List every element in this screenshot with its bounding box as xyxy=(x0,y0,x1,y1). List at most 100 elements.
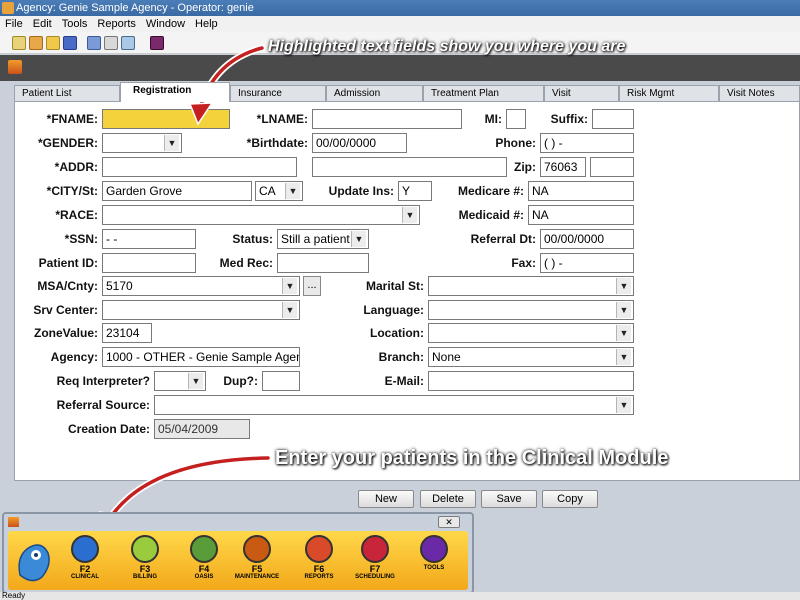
city-label: *CITY/St: xyxy=(46,184,98,198)
save-button[interactable]: Save xyxy=(481,490,537,508)
module-launcher-title-bar: ✕ xyxy=(4,514,472,530)
module-key: F5 xyxy=(251,564,263,574)
state-select[interactable]: CA xyxy=(255,181,303,201)
tab-admission[interactable]: Admission xyxy=(326,85,423,101)
fax-field[interactable]: ( ) - xyxy=(540,253,634,273)
preview-icon[interactable] xyxy=(121,36,135,50)
menu-window[interactable]: Window xyxy=(141,16,190,32)
reports-icon xyxy=(305,535,333,563)
tab-visit[interactable]: Visit xyxy=(544,85,619,101)
module-oasis[interactable]: F4 OASIS xyxy=(179,533,229,588)
phone-field[interactable]: ( ) - xyxy=(540,133,634,153)
branch-label: Branch: xyxy=(378,350,424,364)
dup-field[interactable] xyxy=(262,371,300,391)
module-reports[interactable]: F6 REPORTS xyxy=(294,533,344,588)
module-scheduling[interactable]: F7 SCHEDULING xyxy=(350,533,400,588)
copy-button[interactable]: Copy xyxy=(542,490,598,508)
srv-center-select[interactable] xyxy=(102,300,300,320)
email-field[interactable] xyxy=(428,371,634,391)
menu-file[interactable]: File xyxy=(0,16,28,32)
tools-icon xyxy=(420,535,448,563)
module-billing[interactable]: F3 BILLING xyxy=(120,533,170,588)
birthdate-field[interactable]: 00/00/0000 xyxy=(312,133,407,153)
new-button[interactable]: New xyxy=(358,490,414,508)
app-icon xyxy=(2,2,14,14)
msa-lookup-button[interactable]: ... xyxy=(303,276,321,296)
gender-label: *GENDER: xyxy=(37,136,98,150)
open-folder-icon[interactable] xyxy=(46,36,60,50)
medicare-field[interactable]: NA xyxy=(528,181,634,201)
delete-button[interactable]: Delete xyxy=(420,490,476,508)
billing-icon xyxy=(131,535,159,563)
tab-insurance[interactable]: Insurance xyxy=(230,85,326,101)
req-interpreter-select[interactable] xyxy=(154,371,206,391)
status-select[interactable]: Still a patient xyxy=(277,229,369,249)
update-ins-field[interactable]: Y xyxy=(398,181,432,201)
new-document-icon[interactable] xyxy=(12,36,26,50)
module-name: MAINTENANCE xyxy=(234,574,280,580)
med-rec-field[interactable] xyxy=(277,253,369,273)
dup-label: Dup?: xyxy=(223,374,258,388)
menu-edit[interactable]: Edit xyxy=(28,16,57,32)
zip-label: Zip: xyxy=(514,160,536,174)
zip-field[interactable]: 76063 xyxy=(540,157,586,177)
addr1-field[interactable] xyxy=(102,157,297,177)
tab-risk-mgmt[interactable]: Risk Mgmt xyxy=(619,85,719,101)
module-name: OASIS xyxy=(194,574,214,580)
city-field[interactable]: Garden Grove xyxy=(102,181,252,201)
gender-select[interactable] xyxy=(102,133,182,153)
referral-source-select[interactable] xyxy=(154,395,634,415)
grid-icon[interactable] xyxy=(87,36,101,50)
fname-field[interactable] xyxy=(102,109,230,129)
wizard-icon[interactable] xyxy=(29,36,43,50)
tab-treatment-plan[interactable]: Treatment Plan xyxy=(423,85,544,101)
tab-registration[interactable]: Registration xyxy=(120,82,230,102)
tab-patient-list[interactable]: Patient List xyxy=(14,85,120,101)
suffix-label: Suffix: xyxy=(550,112,588,126)
menu-help[interactable]: Help xyxy=(190,16,223,32)
module-name: SCHEDULING xyxy=(355,574,395,580)
module-maintenance[interactable]: F5 MAINTENANCE xyxy=(232,533,282,588)
lname-field[interactable] xyxy=(312,109,462,129)
suffix-field[interactable] xyxy=(592,109,634,129)
mi-field[interactable] xyxy=(506,109,526,129)
patient-id-field[interactable] xyxy=(102,253,196,273)
genie-logo-icon xyxy=(8,517,19,527)
tab-visit-notes[interactable]: Visit Notes xyxy=(719,85,800,101)
save-disk-icon[interactable] xyxy=(63,36,77,50)
menu-tools[interactable]: Tools xyxy=(57,16,93,32)
race-select[interactable] xyxy=(102,205,420,225)
menu-bar: File Edit Tools Reports Window Help xyxy=(0,16,800,32)
status-label: Status: xyxy=(232,232,273,246)
req-interpreter-label: Req Interpreter? xyxy=(56,374,150,388)
zip-ext-field[interactable] xyxy=(590,157,634,177)
medicaid-field[interactable]: NA xyxy=(528,205,634,225)
marital-select[interactable] xyxy=(428,276,634,296)
callout-top: Highlighted text fields show you where y… xyxy=(268,38,626,55)
module-key: F6 xyxy=(313,564,325,574)
book-icon[interactable] xyxy=(150,36,164,50)
referral-dt-field[interactable]: 00/00/0000 xyxy=(540,229,634,249)
location-select[interactable] xyxy=(428,323,634,343)
msa-select[interactable]: 5170 xyxy=(102,276,300,296)
msa-label: MSA/Cnty: xyxy=(37,279,98,293)
fname-label: *FNAME: xyxy=(46,112,98,126)
agency-field[interactable]: 1000 - OTHER - Genie Sample Agency xyxy=(102,347,300,367)
module-tools[interactable]: TOOLS xyxy=(409,533,459,588)
ssn-field[interactable]: - - xyxy=(102,229,196,249)
branch-select[interactable]: None xyxy=(428,347,634,367)
module-name: REPORTS xyxy=(304,574,334,580)
scheduling-icon xyxy=(361,535,389,563)
birthdate-label: *Birthdate: xyxy=(246,136,308,150)
language-select[interactable] xyxy=(428,300,634,320)
close-button[interactable]: ✕ xyxy=(438,516,460,528)
zonevalue-field[interactable]: 23104 xyxy=(102,323,152,343)
medicare-label: Medicare #: xyxy=(457,184,524,198)
menu-reports[interactable]: Reports xyxy=(92,16,141,32)
language-label: Language: xyxy=(363,303,424,317)
callout-bottom: Enter your patients in the Clinical Modu… xyxy=(275,447,669,469)
med-rec-label: Med Rec: xyxy=(219,256,273,270)
module-clinical[interactable]: F2 CLINICAL xyxy=(60,533,110,588)
addr2-field[interactable] xyxy=(312,157,507,177)
print-icon[interactable] xyxy=(104,36,118,50)
